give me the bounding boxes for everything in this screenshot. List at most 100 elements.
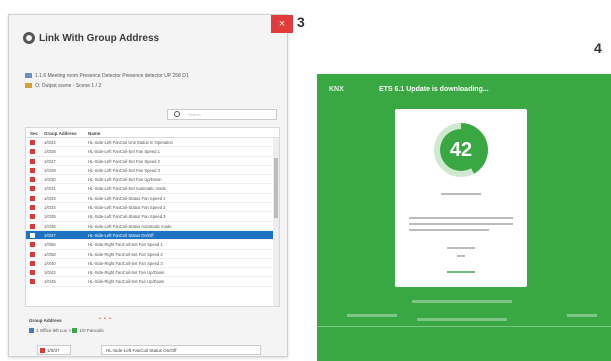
knx-logo: KNX xyxy=(329,86,344,93)
object-icon xyxy=(25,83,32,89)
row-address: 1/0/34 xyxy=(44,205,56,211)
table-row[interactable]: 1/0/40 HL-Side-Right FanCoil-Set Fan Spee… xyxy=(26,259,279,269)
table-row[interactable]: 1/0/33 HL-Side-Left FanCoil-Status Fan Sp… xyxy=(26,194,279,204)
progress-ring: 42 xyxy=(434,123,488,177)
group-flag-icon xyxy=(30,149,35,155)
row-name: HL-Side-Left FanCoil-Status Fan Speed 2 xyxy=(88,205,166,211)
row-name: HL-Side-Left FanCoil-Set Fan Up/Down xyxy=(88,177,162,183)
progress-card: 42 xyxy=(395,109,527,287)
table-row[interactable]: 1/0/36 HL-Side-Left FanCoil-Status Automa… xyxy=(26,222,279,231)
row-address: 1/0/42 xyxy=(44,270,56,276)
device-icon xyxy=(25,73,32,79)
table-row[interactable]: 1/0/56 HL-Side-Right FanCoil-Set Fan Spee… xyxy=(26,240,279,250)
row-address: 1/0/31 xyxy=(44,186,56,192)
link-icon xyxy=(23,32,35,44)
address-field[interactable]: 1/0/37 xyxy=(37,345,71,355)
search-input[interactable]: Search xyxy=(167,109,277,120)
row-address: 1/0/58 xyxy=(44,251,56,257)
row-name: HL-Side-Right FanCoil-Set Fan Speed 1 xyxy=(88,242,163,248)
scroll-thumb[interactable] xyxy=(274,158,278,218)
name-field[interactable]: HL-Side-Left FanCoil Status On/Off xyxy=(101,345,261,355)
row-name: HL-Side-Left FanCoil-Status Fan Speed 1 xyxy=(88,195,166,201)
dialog-title: Link With Group Address xyxy=(39,33,160,44)
group-address-table: Sec Group Address Name 1/0/22 HL-Side-Lef… xyxy=(25,127,280,307)
address-value: 1/0/37 xyxy=(47,348,60,353)
row-name: HL-Side-Left FanCoil-Set Automatic mode xyxy=(88,186,166,192)
row-name: HL-Side-Right FanCoil-Set Fan Speed 3 xyxy=(88,260,163,266)
table-row[interactable]: 1/0/28 HL-Side-Left FanCoil-Set Fan Speed… xyxy=(26,166,279,176)
group-flag-icon xyxy=(30,270,35,276)
update-screen: KNX ETS 6.1 Update is downloading... 42 xyxy=(317,74,611,361)
row-address: 1/0/45 xyxy=(44,279,56,285)
col-sec[interactable]: Sec xyxy=(30,131,38,136)
more-dots-icon[interactable]: • • • xyxy=(99,316,112,322)
table-row[interactable]: 1/0/30 HL-Side-Left FanCoil-Set Fan Up/Do… xyxy=(26,175,279,185)
row-name: HL-Side-Left FanCoil-Set Fan Speed 1 xyxy=(88,149,160,155)
row-address: 1/0/28 xyxy=(44,167,56,173)
group-flag-icon xyxy=(30,177,35,183)
group-flag-icon xyxy=(30,195,35,201)
object-path-text: O: Output scene - Scene 1 / 2 xyxy=(35,83,102,89)
device-path-text: 1.1.6 Meeting room Presence Detector Pre… xyxy=(35,73,189,79)
row-name: HL-Side-Right FanCoil-Set Fan Up/Down xyxy=(88,270,165,276)
device-path: 1.1.6 Meeting room Presence Detector Pre… xyxy=(25,73,189,79)
table-row[interactable]: 1/0/35 HL-Side-Left FanCoil-Status Fan Sp… xyxy=(26,212,279,222)
table-row[interactable]: 1/0/45 HL-Side-Right FanCoil-Set Fan Up/D… xyxy=(26,277,279,287)
row-address: 1/0/56 xyxy=(44,242,56,248)
row-name: HL-Side-Left FanCoil-Set Fan Speed 3 xyxy=(88,167,160,173)
table-row[interactable]: 1/0/26 HL-Side-Left FanCoil-Set Fan Speed… xyxy=(26,147,279,157)
row-name: HL-Side-Left FanCoil Unit Status In Oper… xyxy=(88,140,173,145)
close-button[interactable]: × xyxy=(271,15,293,33)
group-flag-icon xyxy=(30,205,35,211)
progress-value: 42 xyxy=(440,129,482,171)
middle-group-icon xyxy=(72,328,78,334)
row-name: HL-Side-Right FanCoil-Set Fan Up/Down xyxy=(88,279,165,285)
col-group-address[interactable]: Group Address xyxy=(44,131,77,136)
step-number-3: 3 xyxy=(297,14,305,30)
address-flag-icon xyxy=(40,348,45,353)
object-path: O: Output scene - Scene 1 / 2 xyxy=(25,83,101,89)
col-name[interactable]: Name xyxy=(88,131,100,136)
group-address-label: Group Address xyxy=(29,318,62,323)
link-group-address-dialog: Link With Group Address × 1.1.6 Meeting … xyxy=(8,14,293,357)
crumb-a[interactable]: 1 Office left Lux xyxy=(36,328,67,333)
table-row[interactable]: 1/0/27 HL-Side-Left FanCoil-Set Fan Speed… xyxy=(26,157,279,166)
group-flag-icon xyxy=(30,260,35,266)
group-flag-icon xyxy=(30,167,35,173)
group-flag-icon xyxy=(30,251,35,257)
table-row[interactable]: 1/0/22 HL-Side-Left FanCoil Unit Status I… xyxy=(26,138,279,148)
step-number-4: 4 xyxy=(594,40,602,56)
row-address: 1/0/37 xyxy=(44,232,56,238)
cancel-link[interactable] xyxy=(447,271,475,273)
name-value: HL-Side-Left FanCoil Status On/Off xyxy=(106,348,177,353)
group-flag-icon xyxy=(30,186,35,192)
row-address: 1/0/33 xyxy=(44,195,56,201)
info-line xyxy=(409,223,513,225)
table-scrollbar[interactable] xyxy=(273,138,279,306)
search-placeholder: Search xyxy=(188,112,201,117)
crumb-separator: > xyxy=(68,328,72,333)
table-row[interactable]: 1/0/31 HL-Side-Left FanCoil-Set Automatic… xyxy=(26,184,279,194)
village-illustration xyxy=(317,296,611,361)
table-row[interactable]: 1/0/42 HL-Side-Right FanCoil-Set Fan Up/D… xyxy=(26,268,279,278)
row-address: 1/0/22 xyxy=(44,140,56,145)
group-flag-icon xyxy=(30,232,35,238)
crumb-b[interactable]: 1/0 Fancoils xyxy=(79,328,103,333)
status-line xyxy=(441,193,481,195)
group-flag-icon xyxy=(30,279,35,285)
table-row[interactable]: 1/0/34 HL-Side-Left FanCoil-Status Fan Sp… xyxy=(26,203,279,213)
info-line xyxy=(409,229,489,231)
table-row[interactable]: 1/0/37 HL-Side-Left FanCoil Status On/Off xyxy=(26,230,279,241)
row-name: HL-Side-Left FanCoil-Set Fan Speed 2 xyxy=(88,158,160,164)
row-address: 1/0/36 xyxy=(44,223,56,229)
row-name: HL-Side-Left FanCoil-Status Automatic mo… xyxy=(88,223,172,229)
row-address: 1/0/27 xyxy=(44,158,56,164)
row-address: 1/0/40 xyxy=(44,260,56,266)
table-body: 1/0/22 HL-Side-Left FanCoil Unit Status I… xyxy=(26,138,279,287)
table-row[interactable]: 1/0/58 HL-Side-Right FanCoil-Set Fan Spee… xyxy=(26,250,279,259)
row-name: HL-Side-Left FanCoil Status On/Off xyxy=(88,232,154,238)
info-line xyxy=(447,247,475,249)
search-icon xyxy=(174,111,180,117)
row-address: 1/0/30 xyxy=(44,177,56,183)
row-name: HL-Side-Left FanCoil-Status Fan Speed 3 xyxy=(88,214,166,220)
